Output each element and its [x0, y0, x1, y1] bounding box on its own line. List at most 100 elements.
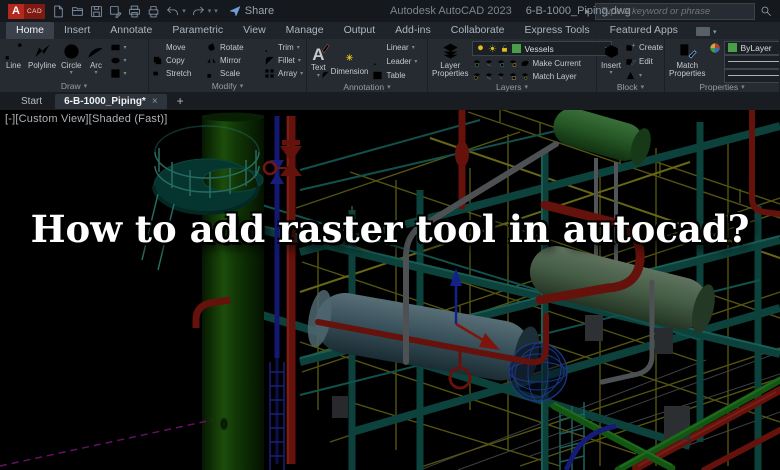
tab-collaborate[interactable]: Collaborate: [441, 22, 515, 39]
layer-unlock-icon: [502, 45, 508, 52]
layer-tool-icon[interactable]: [484, 71, 494, 81]
layer-dropdown[interactable]: Vessels ▾: [472, 41, 613, 56]
block-panel-label[interactable]: Block ▾: [597, 82, 664, 92]
array-icon: [265, 69, 274, 78]
drawing-canvas[interactable]: [-][Custom View][Shaded (Fast)] How to a…: [0, 110, 780, 470]
linetype-dropdown[interactable]: ByLayer: [724, 68, 779, 83]
text-button[interactable]: A Text ▾: [310, 41, 327, 82]
layer-tool-icon[interactable]: [496, 71, 506, 81]
start-tab[interactable]: Start: [12, 94, 51, 109]
table-button[interactable]: Table: [372, 69, 417, 82]
tab-featured-apps[interactable]: Featured Apps: [600, 22, 688, 39]
move-button[interactable]: Move: [152, 41, 202, 54]
qat-customize-icon[interactable]: ▾: [214, 7, 218, 15]
modify-panel-label[interactable]: Modify ▾: [149, 80, 306, 92]
copy-button[interactable]: Copy: [152, 54, 202, 67]
tab-add-ins[interactable]: Add-ins: [385, 22, 441, 39]
create-block-icon: [626, 43, 636, 51]
rotate-button[interactable]: Rotate: [206, 41, 260, 54]
redo-dropdown-icon[interactable]: ▾: [208, 7, 212, 15]
piping-3d-scene: [0, 110, 780, 470]
print-icon[interactable]: [147, 5, 160, 18]
autocad-logo[interactable]: A CAD: [8, 3, 46, 19]
layer-tool-icon[interactable]: [520, 58, 530, 68]
layers-panel-label[interactable]: Layers ▾: [428, 82, 596, 92]
layer-tool-icon[interactable]: [472, 71, 482, 81]
tab-output[interactable]: Output: [334, 22, 386, 39]
arc-dropdown-icon: ▾: [94, 70, 98, 77]
draw-extra-tools: ▾ ▾ ▾: [109, 41, 126, 80]
circle-button[interactable]: Circle ▾: [60, 41, 82, 80]
new-drawing-icon[interactable]: +: [171, 94, 190, 108]
move-icon: [152, 42, 163, 53]
window-title: Autodesk AutoCAD 2023 6-B-1000_Piping.dw…: [390, 0, 631, 22]
tab-home[interactable]: Home: [6, 22, 55, 39]
close-icon[interactable]: ×: [152, 96, 158, 107]
stretch-button[interactable]: Stretch: [152, 67, 202, 80]
ribbon: Line Polyline Circle ▾ Arc ▾ ▾ ▾ ▾ Draw …: [0, 39, 780, 92]
insert-block-button[interactable]: Insert ▾: [600, 41, 622, 82]
layer-tool-icon[interactable]: [508, 71, 518, 81]
tab-annotate[interactable]: Annotate: [100, 22, 162, 39]
create-block-button[interactable]: Create: [625, 41, 663, 54]
layer-tool-icon[interactable]: [484, 58, 494, 68]
share-button[interactable]: Share: [228, 5, 274, 17]
rectangle-icon: [111, 44, 121, 51]
viewport-controls[interactable]: [-][Custom View][Shaded (Fast)]: [5, 113, 168, 125]
object-color-row: ByLayer ▾: [709, 40, 779, 55]
polyline-button[interactable]: Polyline: [27, 41, 57, 80]
save-icon[interactable]: [90, 5, 103, 18]
tab-view[interactable]: View: [233, 22, 276, 39]
lineweight-dropdown[interactable]: ByLayer: [724, 54, 779, 69]
layers-controls: Vessels ▾ Make Current M: [472, 41, 613, 82]
redo-icon[interactable]: [192, 5, 205, 18]
properties-panel-label[interactable]: Properties ▾: [665, 82, 779, 92]
search-icon[interactable]: [760, 5, 772, 17]
object-color-value: ByLayer: [740, 42, 772, 53]
undo-dropdown-icon[interactable]: ▾: [182, 7, 186, 15]
layer-properties-button[interactable]: Layer Properties: [431, 41, 469, 82]
leader-button[interactable]: Leader ▾: [372, 55, 417, 68]
annotation-panel-label[interactable]: Annotation ▾: [307, 82, 427, 92]
hatch-button[interactable]: ▾: [110, 68, 126, 79]
tab-parametric[interactable]: Parametric: [162, 22, 233, 39]
layer-color-swatch: [512, 44, 522, 53]
stretch-icon: [153, 71, 163, 76]
new-file-icon[interactable]: [52, 5, 65, 18]
plot-icon[interactable]: [128, 5, 141, 18]
line-button[interactable]: Line: [3, 41, 24, 80]
layer-tool-icon[interactable]: [508, 58, 518, 68]
object-color-dropdown[interactable]: ByLayer ▾: [724, 40, 779, 55]
tab-manage[interactable]: Manage: [276, 22, 334, 39]
open-folder-icon[interactable]: [71, 5, 84, 18]
undo-icon[interactable]: [166, 5, 179, 18]
arc-button[interactable]: Arc ▾: [85, 41, 106, 80]
edit-block-button[interactable]: Edit: [625, 55, 663, 68]
dimension-button[interactable]: Dimension: [330, 41, 370, 82]
mirror-button[interactable]: Mirror: [206, 54, 260, 67]
color-wheel-icon: [710, 42, 721, 53]
text-icon: A: [312, 45, 325, 65]
layer-tool-icon[interactable]: [520, 71, 530, 81]
ellipse-button[interactable]: ▾: [110, 55, 126, 66]
ribbon-toggle-dropdown-icon: ▾: [712, 28, 717, 36]
drawing-tab[interactable]: 6-B-1000_Piping* ×: [55, 93, 167, 109]
layer-tool-icon[interactable]: [496, 58, 506, 68]
trim-icon: [265, 44, 273, 53]
tab-express-tools[interactable]: Express Tools: [514, 22, 599, 39]
arc-icon: [88, 48, 104, 58]
scale-button[interactable]: Scale: [206, 67, 260, 80]
ribbon-display-toggle[interactable]: ▾: [695, 27, 717, 39]
mirror-icon: [207, 55, 216, 66]
draw-panel-label[interactable]: Draw ▾: [0, 80, 148, 92]
tab-insert[interactable]: Insert: [54, 22, 100, 39]
layer-tool-icon[interactable]: [472, 58, 482, 68]
copy-icon: [153, 56, 162, 65]
make-current-button[interactable]: Make Current: [532, 59, 580, 68]
block-attributes-button[interactable]: ▾: [625, 69, 663, 82]
match-layer-button[interactable]: Match Layer: [532, 72, 576, 81]
save-as-icon[interactable]: [109, 5, 122, 18]
linear-button[interactable]: Linear ▾: [372, 41, 417, 54]
match-properties-button[interactable]: Match Properties: [668, 41, 706, 82]
rectangle-button[interactable]: ▾: [110, 42, 126, 53]
